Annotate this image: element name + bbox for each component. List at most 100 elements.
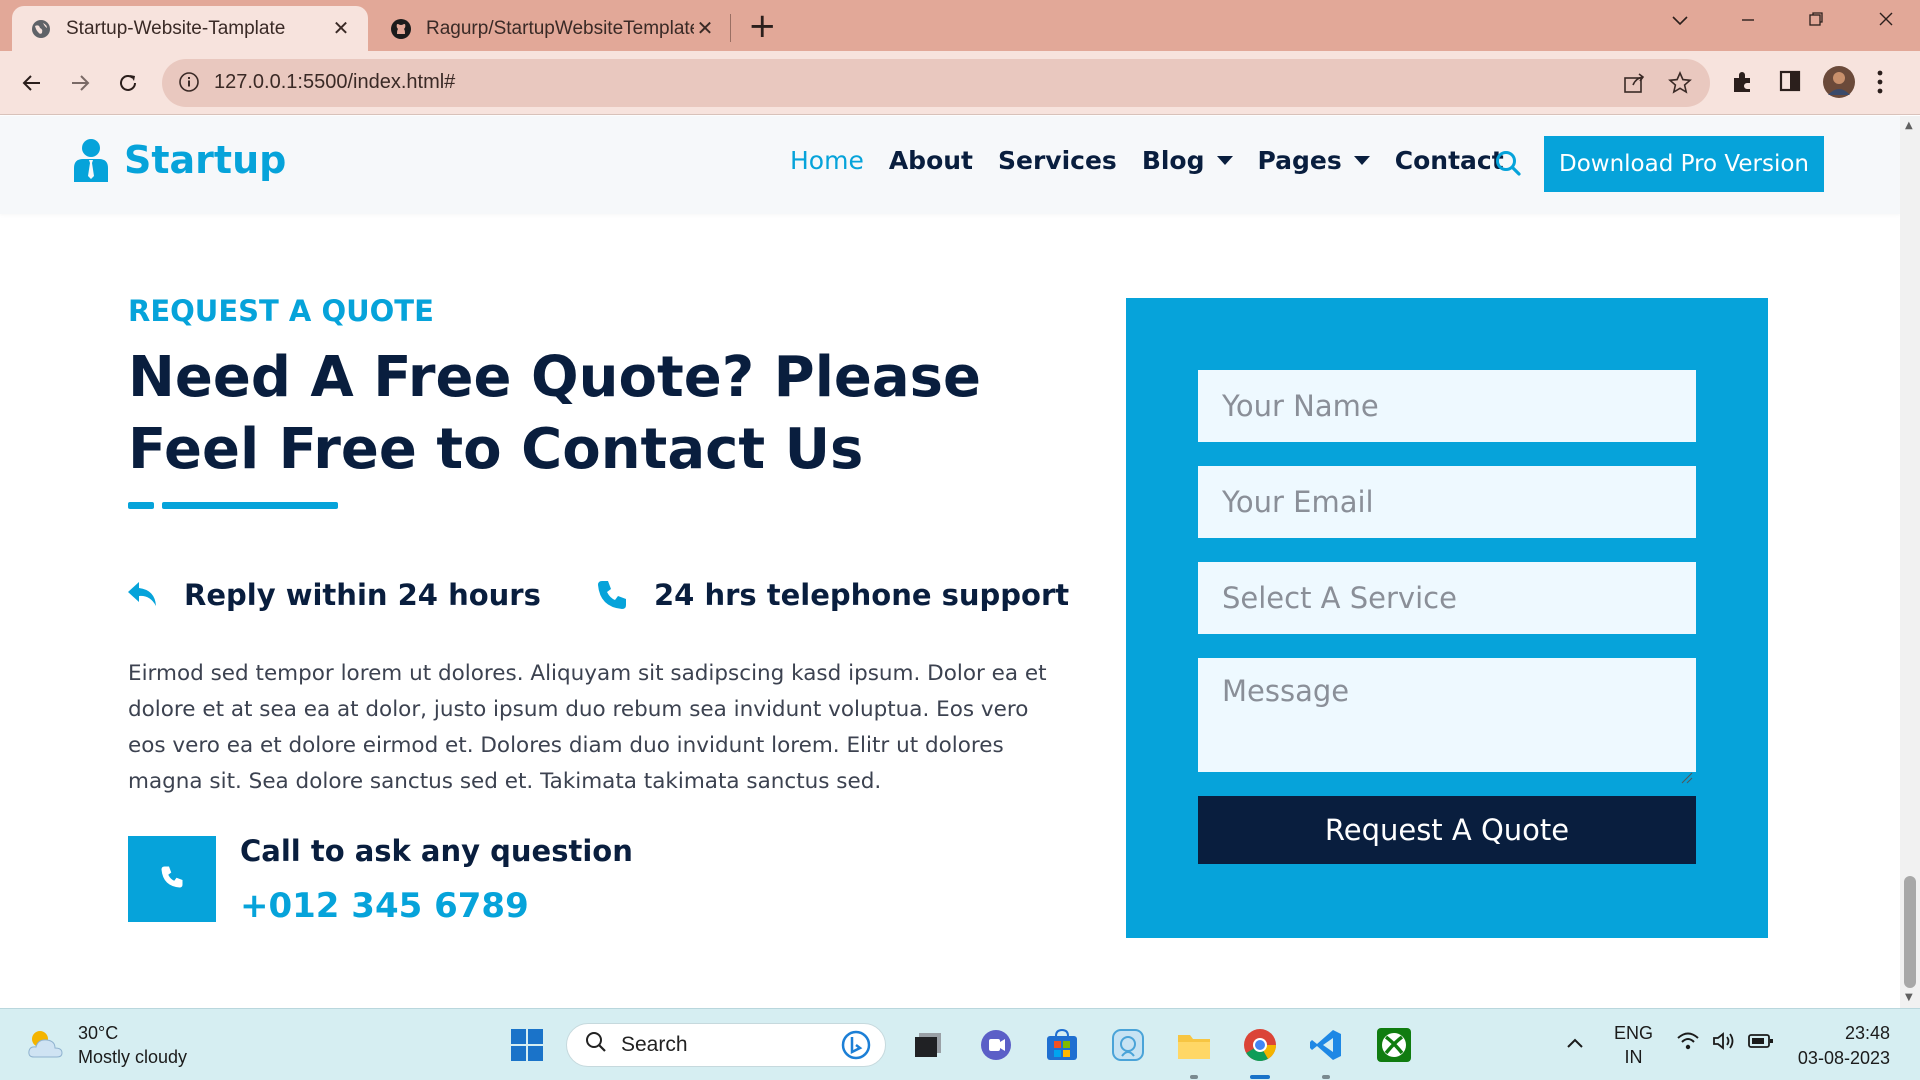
file-manager-icon[interactable] [906,1023,950,1067]
running-indicator [1322,1075,1330,1079]
taskbar-search-box[interactable]: Search [566,1023,886,1067]
phone-icon [160,865,184,893]
caret-down-icon [1216,156,1233,165]
web-page: Startup Home About Services Blog Pages C… [0,116,1900,1008]
nav-item-about[interactable]: About [889,146,973,175]
feature-label: 24 hrs telephone support [654,578,1070,612]
extensions-puzzle-icon[interactable] [1730,69,1756,99]
wifi-icon[interactable] [1676,1031,1700,1056]
brand-logo[interactable]: Startup [72,138,286,182]
site-navbar: Startup Home About Services Blog Pages C… [0,116,1900,214]
search-icon [585,1031,607,1059]
reload-icon[interactable] [110,65,146,101]
tab-search-icon[interactable] [1660,8,1700,33]
share-icon[interactable] [1622,71,1646,99]
forward-arrow-icon[interactable] [62,65,98,101]
scrollbar-thumb[interactable] [1904,876,1916,988]
clock-date: 03-08-2023 [1797,1048,1890,1068]
chevron-up-icon[interactable] [1566,1033,1584,1054]
restore-icon[interactable] [1796,8,1836,33]
download-pro-button[interactable]: Download Pro Version [1544,136,1824,192]
close-window-icon[interactable] [1866,8,1906,33]
bing-icon[interactable] [841,1030,871,1066]
running-indicator [1190,1075,1198,1079]
reply-icon [128,582,158,608]
message-placeholder: Message [1222,674,1350,708]
new-tab-button[interactable]: + [748,8,777,44]
request-quote-button[interactable]: Request A Quote [1198,796,1696,864]
nav-label: Services [998,146,1117,175]
email-input[interactable]: Your Email [1198,466,1696,538]
nav-item-home[interactable]: Home [790,146,864,175]
clock-time: 23:48 [1844,1023,1890,1043]
headline-underline-bar [162,502,338,509]
minimize-icon[interactable] [1728,8,1768,33]
nav-label: Home [790,146,864,175]
volume-icon[interactable] [1712,1031,1736,1056]
scroll-down-icon[interactable]: ▼ [1905,992,1913,1003]
weather-description: Mostly cloudy [78,1047,188,1067]
profile-avatar-icon[interactable] [1822,65,1856,103]
file-explorer-icon[interactable] [1172,1023,1216,1067]
browser-toolbar: 127.0.0.1:5500/index.html# [0,51,1920,115]
chrome-icon[interactable] [1238,1023,1282,1067]
call-icon-box [128,836,216,922]
tab-separator [730,14,731,42]
region-code: IN [1624,1047,1643,1067]
caret-down-icon [1353,156,1370,165]
headline-underline-dot [128,502,154,509]
windows-start-icon[interactable] [505,1023,549,1067]
name-input[interactable]: Your Name [1198,370,1696,442]
address-bar[interactable]: 127.0.0.1:5500/index.html# [162,59,1710,107]
nav-item-services[interactable]: Services [998,146,1117,175]
message-textarea[interactable]: Message [1198,658,1696,784]
scroll-up-icon[interactable]: ▲ [1905,120,1913,131]
call-title: Call to ask any question [240,834,633,868]
back-arrow-icon[interactable] [14,65,50,101]
url-text[interactable]: 127.0.0.1:5500/index.html# [214,71,455,94]
feature-label: Reply within 24 hours [184,578,541,612]
site-info-icon[interactable] [178,71,200,97]
side-panel-icon[interactable] [1778,69,1802,97]
taskbar-search-label: Search [621,1033,688,1056]
photos-icon[interactable] [1106,1023,1150,1067]
windows-taskbar: 30°C Mostly cloudy Search ENG IN 23:48 0… [0,1008,1920,1080]
store-icon[interactable] [1040,1023,1084,1067]
main-menu: Home About Services Blog Pages Contact [790,146,1529,175]
active-app-indicator [1250,1075,1270,1079]
section-eyebrow: REQUEST A QUOTE [128,294,434,328]
resize-grip-icon[interactable] [1681,757,1693,784]
battery-icon[interactable] [1748,1033,1774,1054]
browser-tab-bar: Startup-Website-Tamplate ✕ Ragurp/Startu… [0,0,1920,51]
nav-label: About [888,146,973,175]
tab-title: Startup-Website-Tamplate [66,17,286,39]
section-description: Eirmod sed tempor lorem ut dolores. Aliq… [128,661,1047,794]
call-number-link[interactable]: +012 345 6789 [240,886,529,926]
nav-item-contact[interactable]: Contact [1395,146,1504,175]
service-select[interactable]: Select A Service [1198,562,1696,634]
page-scrollbar[interactable]: ▲ ▼ [1900,116,1920,1008]
cloud-sun-icon [26,1027,66,1064]
kebab-menu-icon[interactable] [1876,69,1884,99]
feature-telephone: 24 hrs telephone support [596,578,1069,612]
nav-item-blog[interactable]: Blog [1142,146,1233,175]
tab-github-repo[interactable]: Ragurp/StartupWebsiteTemplate ✕ [376,6,728,51]
feature-reply: Reply within 24 hours [128,578,541,612]
github-icon [390,18,412,40]
weather-widget[interactable]: 30°C Mostly cloudy [26,1021,187,1069]
section-headline: Need A Free Quote? Please Feel Free to C… [128,345,981,482]
weather-temperature: 30°C [78,1023,119,1043]
nav-item-pages[interactable]: Pages [1258,146,1370,175]
vscode-icon[interactable] [1304,1023,1348,1067]
brand-name: Startup [124,138,287,182]
close-tab-icon[interactable]: ✕ [330,16,352,41]
tab-startup-website[interactable]: Startup-Website-Tamplate ✕ [12,6,368,51]
user-icon [72,138,110,182]
search-icon[interactable] [1494,149,1522,181]
system-clock[interactable]: 23:48 03-08-2023 [1794,1021,1890,1071]
close-tab-icon[interactable]: ✕ [694,16,716,41]
bookmark-star-icon[interactable] [1668,71,1692,99]
xbox-icon[interactable] [1372,1023,1416,1067]
teams-icon[interactable] [974,1023,1018,1067]
language-indicator[interactable]: ENG IN [1614,1021,1653,1069]
